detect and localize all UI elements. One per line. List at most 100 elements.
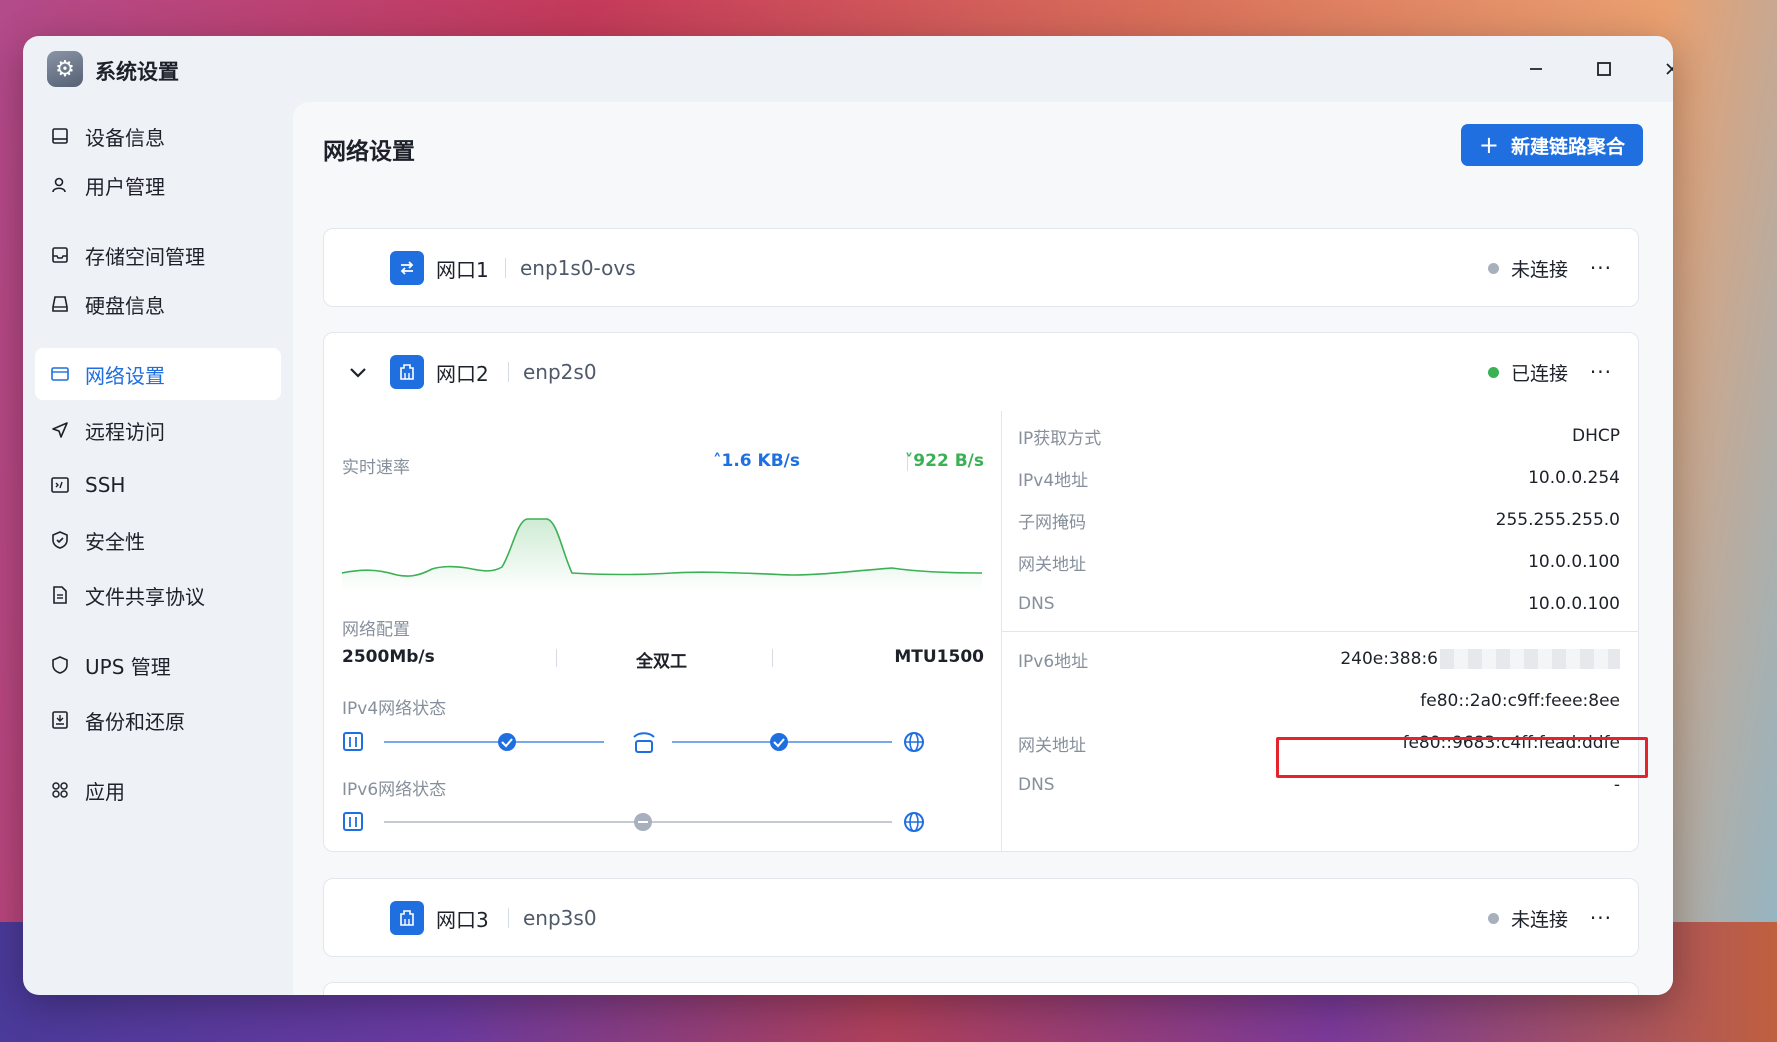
close-button[interactable] (1657, 54, 1673, 84)
traffic-panel: 实时速率 ˄1.6 KB/s ˅922 B/s 网络配置 2500Mb/s 全双… (324, 411, 1000, 851)
sidebar-item-label: 安全性 (85, 529, 145, 554)
user-icon (49, 174, 71, 196)
terminal-icon (49, 474, 71, 496)
sidebar-item-device-info[interactable]: 设备信息 (35, 110, 281, 162)
sidebar-item-network[interactable]: 网络设置 (35, 348, 281, 400)
status-dot (1487, 262, 1499, 274)
settings-gear-icon: ⚙ (47, 51, 83, 87)
status-dot (1487, 366, 1499, 378)
ipv6-status-label: IPv6网络状态 (342, 780, 447, 800)
speed-label: 实时速率 (342, 458, 410, 478)
ip-info-panel: IP获取方式 DHCP IPv4地址 10.0.0.254 子网掩码 255.2… (1001, 411, 1638, 851)
divider (505, 258, 506, 278)
file-icon (49, 584, 71, 606)
globe-icon (904, 732, 924, 752)
backup-icon (49, 709, 71, 731)
window-title: 系统设置 (95, 60, 179, 84)
arrow-up-icon: ˄ (713, 451, 722, 471)
sidebar-item-apps[interactable]: 应用 (35, 764, 281, 816)
more-options-button[interactable]: ··· (1590, 256, 1612, 280)
status-badge: 未连接 (1487, 905, 1568, 932)
mtu-value: MTU1500 (894, 647, 984, 667)
plus-icon: + (1478, 131, 1499, 159)
upload-speed: ˄1.6 KB/s (713, 451, 800, 471)
pending-icon (634, 813, 652, 831)
port-name: 网口1 (436, 257, 489, 282)
sidebar-item-ups[interactable]: UPS 管理 (35, 639, 281, 691)
info-row-subnet-mask: 子网掩码 255.255.255.0 (1018, 510, 1620, 533)
router-icon (633, 732, 655, 753)
link-speed: 2500Mb/s (342, 647, 435, 667)
divider (1002, 631, 1638, 632)
traffic-sparkline (342, 518, 982, 591)
sidebar-item-ssh[interactable]: SSH (35, 459, 281, 511)
chevron-down-icon[interactable] (346, 360, 370, 384)
globe-icon (904, 812, 924, 832)
port-device: enp1s0-ovs (520, 256, 636, 280)
port-device: enp3s0 (523, 906, 597, 930)
sidebar: 设备信息 用户管理 存储空间管理 硬盘信息 网络设置 远程访问 SSH 安全性 (23, 102, 293, 995)
check-icon (770, 733, 788, 751)
shield-icon (49, 654, 71, 676)
sidebar-item-users[interactable]: 用户管理 (35, 159, 281, 211)
port-device: enp2s0 (523, 360, 597, 384)
sidebar-item-label: UPS 管理 (85, 654, 171, 679)
sidebar-item-security[interactable]: 安全性 (35, 514, 281, 566)
ipv6-status-flow (343, 812, 924, 832)
shield-check-icon (49, 529, 71, 551)
sidebar-item-file-sharing[interactable]: 文件共享协议 (35, 569, 281, 621)
sidebar-item-label: 备份和还原 (85, 709, 185, 734)
sidebar-item-label: 设备信息 (85, 125, 165, 150)
device-icon (343, 812, 363, 831)
port-card-1[interactable]: 网口1 enp1s0-ovs 未连接 ··· (323, 228, 1639, 307)
more-options-button[interactable]: ··· (1590, 906, 1612, 930)
sidebar-item-label: 网络设置 (85, 363, 165, 388)
ipv4-status-label: IPv4网络状态 (342, 699, 447, 719)
page-title: 网络设置 (323, 139, 415, 165)
ipv4-status-flow (343, 732, 924, 753)
sidebar-item-backup[interactable]: 备份和还原 (35, 694, 281, 746)
swap-arrows-icon (390, 251, 424, 285)
storage-icon (49, 244, 71, 266)
info-row-gateway: 网关地址 10.0.0.100 (1018, 552, 1620, 575)
ethernet-port-icon (390, 901, 424, 935)
sidebar-item-label: 存储空间管理 (85, 244, 205, 269)
sidebar-item-label: SSH (85, 473, 126, 497)
highlight-box (1276, 737, 1648, 778)
status-dot (1487, 912, 1499, 924)
config-label: 网络配置 (342, 620, 410, 640)
divider (508, 908, 509, 928)
duplex-mode: 全双工 (636, 652, 687, 672)
info-row-ip-method: IP获取方式 DHCP (1018, 426, 1620, 449)
port-card-4[interactable] (323, 982, 1639, 995)
settings-window: ⚙ 系统设置 设备信息 用户管理 存储空间管理 硬盘信息 网络设置 远程访问 S… (23, 36, 1673, 995)
title-bar: ⚙ 系统设置 (23, 36, 1673, 102)
sidebar-item-label: 应用 (85, 779, 125, 804)
status-badge: 已连接 (1487, 359, 1568, 386)
ethernet-port-icon (390, 355, 424, 389)
info-row-ipv6-address: IPv6地址 240e:388:6 (1018, 644, 1620, 674)
maximize-button[interactable] (1589, 54, 1619, 84)
port-name: 网口3 (436, 907, 489, 932)
sidebar-item-label: 用户管理 (85, 174, 165, 199)
divider (556, 649, 557, 667)
redacted-mosaic (1440, 649, 1620, 669)
send-icon (49, 419, 71, 441)
sidebar-item-storage[interactable]: 存储空间管理 (35, 229, 281, 281)
network-icon (49, 363, 71, 385)
divider (772, 649, 773, 667)
disk-icon (49, 293, 71, 315)
monitor-icon (49, 125, 71, 147)
new-link-aggregation-button[interactable]: + 新建链路聚合 (1460, 124, 1643, 166)
more-options-button[interactable]: ··· (1590, 360, 1612, 384)
port-name: 网口2 (436, 361, 489, 386)
sidebar-item-label: 硬盘信息 (85, 293, 165, 318)
device-icon (343, 732, 363, 751)
sidebar-item-disk[interactable]: 硬盘信息 (35, 278, 281, 330)
check-icon (498, 733, 516, 751)
sidebar-item-label: 文件共享协议 (85, 584, 205, 609)
info-row-ipv4-address: IPv4地址 10.0.0.254 (1018, 468, 1620, 491)
minimize-button[interactable] (1521, 54, 1551, 84)
sidebar-item-remote-access[interactable]: 远程访问 (35, 404, 281, 456)
port-card-3[interactable]: 网口3 enp3s0 未连接 ··· (323, 878, 1639, 957)
